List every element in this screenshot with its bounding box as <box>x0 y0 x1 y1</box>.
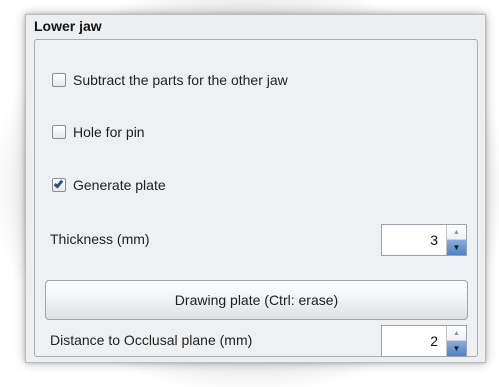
lower-jaw-group: Subtract the parts for the other jaw Hol… <box>34 39 478 357</box>
thickness-label: Thickness (mm) <box>50 231 150 247</box>
distance-occlusal-label: Distance to Occlusal plane (mm) <box>50 332 253 348</box>
lower-jaw-panel: Lower jaw Subtract the parts for the oth… <box>25 14 486 363</box>
thickness-value[interactable]: 3 <box>382 225 446 255</box>
chevron-down-icon[interactable]: ▼ <box>447 341 466 356</box>
thickness-spinner-buttons[interactable]: ▲ ▼ <box>446 225 466 255</box>
panel-title: Lower jaw <box>34 18 102 34</box>
hole-for-pin-label[interactable]: Hole for pin <box>73 124 145 140</box>
thickness-spinner[interactable]: 3 ▲ ▼ <box>381 224 467 256</box>
generate-plate-checkbox[interactable] <box>52 178 66 192</box>
drawing-plate-button[interactable]: Drawing plate (Ctrl: erase) <box>45 280 468 320</box>
subtract-parts-checkbox[interactable] <box>52 73 66 87</box>
hole-for-pin-option[interactable]: Hole for pin <box>52 120 145 144</box>
subtract-parts-option[interactable]: Subtract the parts for the other jaw <box>52 68 288 92</box>
generate-plate-label[interactable]: Generate plate <box>73 177 166 193</box>
chevron-up-icon[interactable]: ▲ <box>447 225 466 240</box>
distance-spinner-buttons[interactable]: ▲ ▼ <box>446 326 466 356</box>
subtract-parts-label[interactable]: Subtract the parts for the other jaw <box>73 72 288 88</box>
distance-spinner[interactable]: 2 ▲ ▼ <box>381 325 467 357</box>
chevron-up-icon[interactable]: ▲ <box>447 326 466 341</box>
hole-for-pin-checkbox[interactable] <box>52 125 66 139</box>
distance-value[interactable]: 2 <box>382 326 446 356</box>
generate-plate-option[interactable]: Generate plate <box>52 173 166 197</box>
chevron-down-icon[interactable]: ▼ <box>447 240 466 255</box>
